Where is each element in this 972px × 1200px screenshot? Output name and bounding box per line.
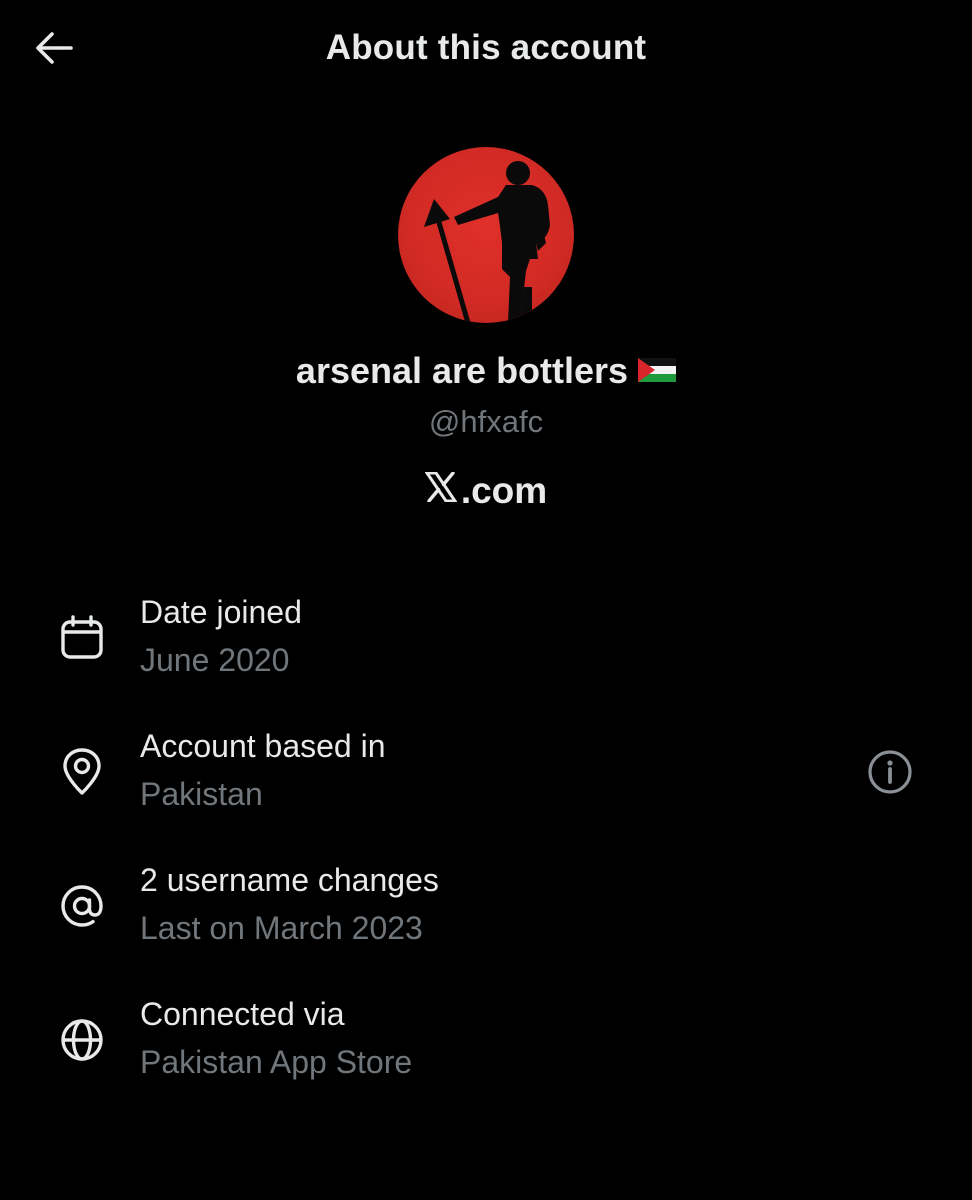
detail-value: June 2020 [140, 642, 290, 678]
platform-domain: .com [460, 470, 548, 511]
location-info-button[interactable] [862, 746, 918, 802]
detail-row-username-changes: 2 username changes Last on March 2023 [0, 858, 972, 992]
detail-value: Pakistan App Store [140, 1044, 413, 1080]
detail-value: Last on March 2023 [140, 910, 423, 946]
detail-row-account-location: Account based in Pakistan [0, 724, 972, 858]
display-name: arsenal are bottlers [295, 350, 629, 391]
globe-icon [54, 1012, 110, 1068]
detail-title: Date joined [140, 594, 302, 630]
detail-row-connected-via: Connected via Pakistan App Store [0, 992, 972, 1126]
at-sign-icon [54, 878, 110, 934]
palestine-flag-icon [638, 349, 677, 391]
x-logo-icon [423, 469, 458, 511]
avatar[interactable] [398, 147, 574, 323]
top-bar: About this account [0, 0, 972, 100]
detail-title: 2 username changes [140, 862, 439, 898]
detail-row-date-joined: Date joined June 2020 [0, 590, 972, 724]
platform-label: .com [0, 470, 972, 512]
calendar-icon [54, 610, 110, 666]
detail-title: Connected via [140, 996, 345, 1032]
detail-value: Pakistan [140, 776, 263, 812]
display-name-row: arsenal are bottlers [0, 350, 972, 392]
location-pin-icon [54, 744, 110, 800]
info-icon [867, 749, 913, 800]
detail-title: Account based in [140, 728, 386, 764]
username-handle: @hfxafc [428, 404, 544, 439]
page-title: About this account [325, 28, 647, 67]
account-details-list: Date joined June 2020 Account based in P… [0, 590, 972, 1126]
